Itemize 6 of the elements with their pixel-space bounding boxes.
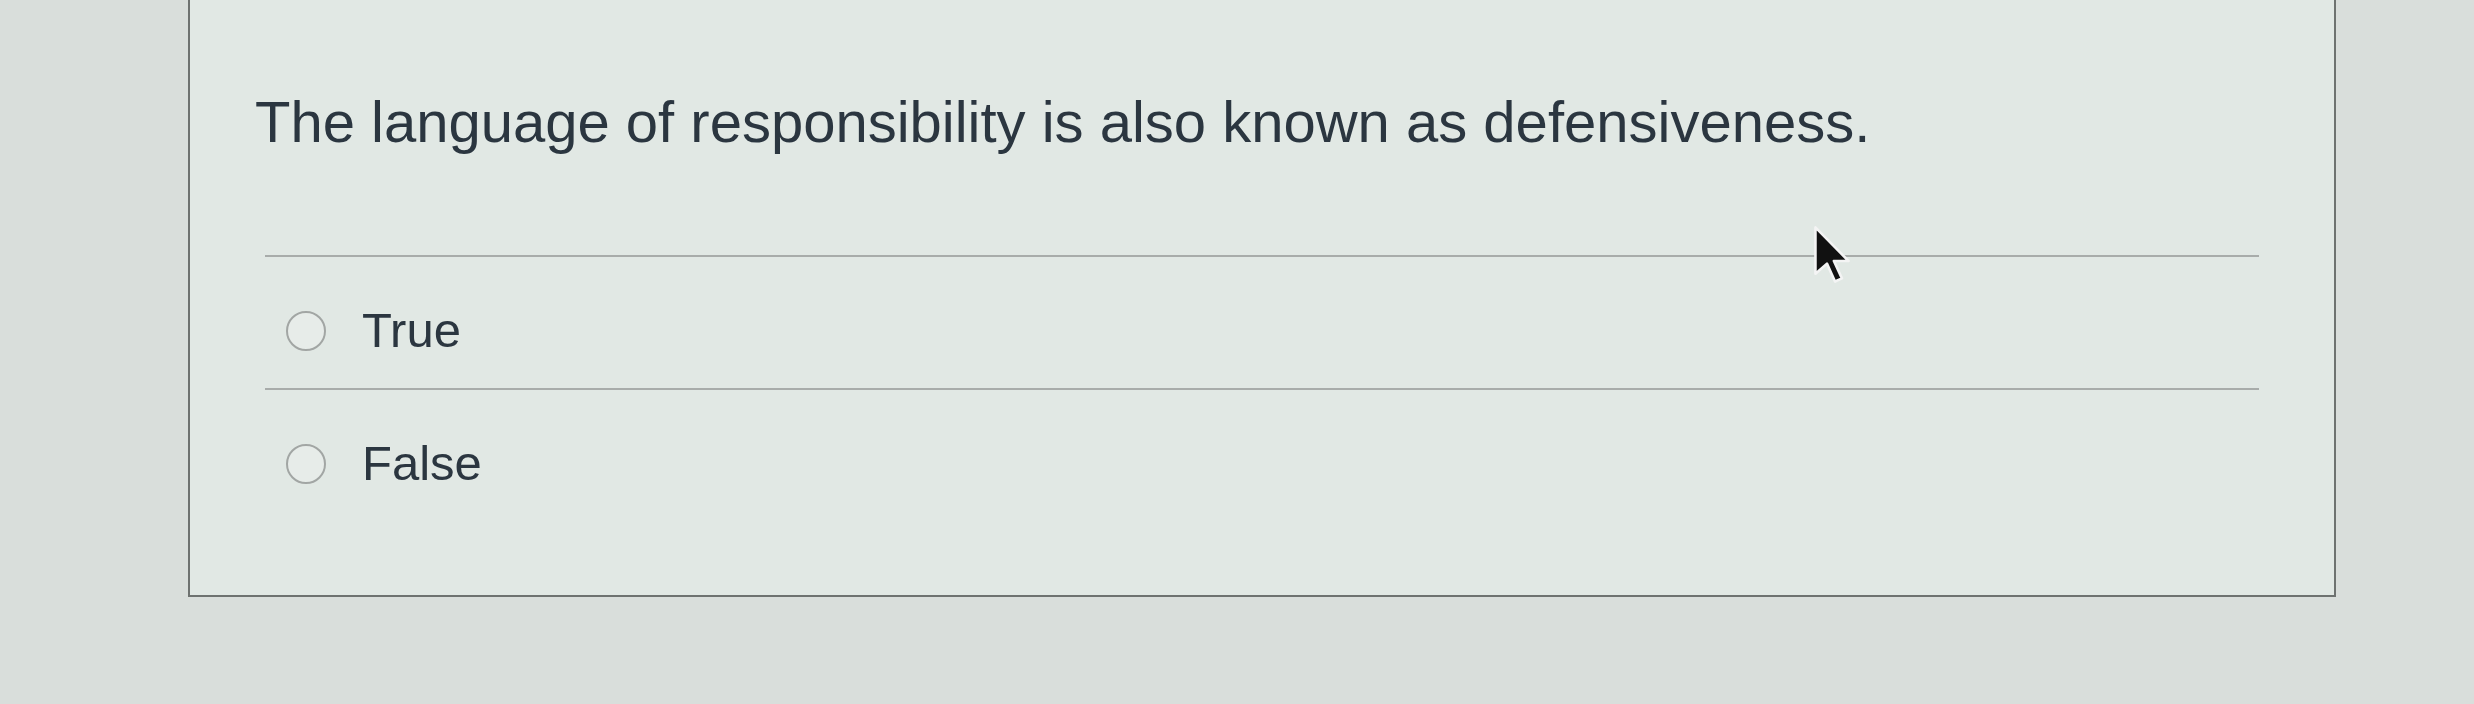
option-label[interactable]: False xyxy=(362,434,482,493)
question-text: The language of responsibility is also known as defensiveness. xyxy=(255,88,1871,156)
radio-button[interactable] xyxy=(286,443,326,484)
mouse-cursor-icon xyxy=(1814,226,1850,283)
option-label[interactable]: True xyxy=(362,301,461,360)
radio-button[interactable] xyxy=(286,310,326,351)
